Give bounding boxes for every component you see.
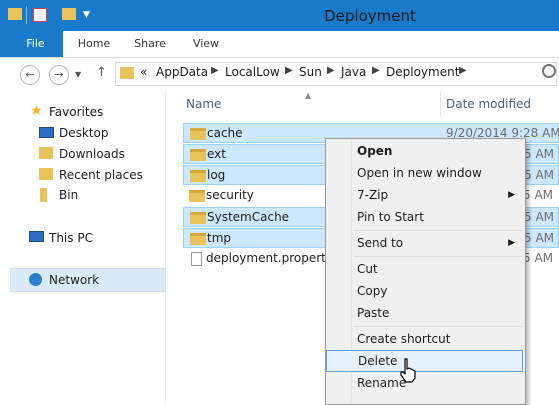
tab-file[interactable]: File: [8, 31, 63, 57]
menu-item-label: 7-Zip: [357, 188, 389, 202]
refresh-icon[interactable]: [542, 64, 556, 78]
downloads-icon: [39, 147, 53, 159]
breadcrumb-deployment[interactable]: Deployment: [386, 65, 459, 79]
folder-icon: [120, 67, 134, 79]
menu-item-paste[interactable]: Paste: [326, 302, 523, 324]
file-date: 5 AM: [523, 188, 554, 202]
address-overflow[interactable]: «: [140, 65, 147, 79]
network-icon: [29, 273, 42, 286]
menu-item-send-to[interactable]: Send to ▶: [326, 232, 523, 254]
hand-cursor-icon: [400, 358, 416, 383]
file-date: 5 AM: [524, 231, 555, 245]
chevron-right-icon[interactable]: ▶: [459, 65, 467, 76]
menu-item-rename[interactable]: Rename: [326, 372, 523, 394]
pane-divider[interactable]: [165, 91, 166, 403]
nav-favorites[interactable]: Favorites: [49, 102, 103, 122]
tab-share[interactable]: Share: [126, 31, 174, 57]
file-name: security: [206, 188, 254, 202]
menu-item-label: Send to: [357, 236, 404, 250]
tab-home[interactable]: Home: [70, 31, 118, 57]
folder-icon: [190, 212, 206, 224]
menu-item-open-in-new-window[interactable]: Open in new window: [326, 162, 523, 184]
chevron-right-icon[interactable]: ▶: [211, 65, 219, 76]
menu-item-7zip[interactable]: 7-Zip ▶: [326, 184, 523, 206]
nav-recent-places[interactable]: Recent places: [59, 165, 143, 185]
recent-locations-icon[interactable]: ▼: [75, 70, 81, 79]
file-name: deployment.propertie: [206, 251, 337, 265]
menu-item-copy[interactable]: Copy: [326, 280, 523, 302]
chevron-right-icon[interactable]: ▶: [372, 65, 380, 76]
submenu-arrow-icon: ▶: [508, 238, 515, 248]
customize-toolbar-icon[interactable]: ▼: [83, 10, 90, 20]
column-date-modified[interactable]: Date modified: [446, 97, 531, 111]
menu-item-pin-to-start[interactable]: Pin to Start: [326, 206, 523, 228]
breadcrumb-appdata[interactable]: AppData: [156, 65, 208, 79]
properties-icon[interactable]: [33, 8, 47, 22]
breadcrumb-locallow[interactable]: LocalLow: [225, 65, 280, 79]
breadcrumb-java[interactable]: Java: [341, 65, 366, 79]
nav-this-pc[interactable]: This PC: [49, 228, 93, 248]
forward-button[interactable]: →: [49, 65, 69, 85]
file-date: 5 AM: [524, 147, 555, 161]
folder-icon: [190, 128, 206, 140]
star-icon: ★: [30, 103, 43, 119]
folder-icon: [189, 190, 205, 202]
chevron-right-icon[interactable]: ▶: [327, 65, 335, 76]
folder-icon: [190, 233, 206, 245]
nav-network[interactable]: Network: [49, 270, 99, 290]
folder-icon: [8, 8, 22, 20]
file-name: cache: [207, 126, 243, 140]
breadcrumb-sun[interactable]: Sun: [299, 65, 322, 79]
menu-separator: [354, 256, 522, 257]
menu-separator: [354, 230, 522, 231]
window-title: Deployment: [324, 7, 416, 25]
column-divider[interactable]: [440, 92, 441, 116]
menu-item-open[interactable]: Open: [326, 140, 523, 162]
computer-icon: [29, 231, 44, 242]
menu-item-cut[interactable]: Cut: [326, 258, 523, 280]
menu-separator: [354, 326, 522, 327]
file-name: SystemCache: [207, 210, 290, 224]
nav-bin[interactable]: Bin: [59, 185, 78, 205]
file-name: ext: [207, 147, 226, 161]
new-folder-icon[interactable]: [62, 8, 76, 20]
document-icon: [191, 252, 202, 266]
file-date: 5 AM: [524, 210, 555, 224]
nav-downloads[interactable]: Downloads: [59, 144, 125, 164]
recent-places-icon: [39, 168, 53, 180]
nav-desktop[interactable]: Desktop: [59, 123, 109, 143]
folder-icon: [190, 170, 206, 182]
up-arrow-icon[interactable]: ↑: [96, 65, 107, 80]
file-name: tmp: [207, 231, 232, 245]
folder-icon: [190, 149, 206, 161]
divider: [26, 6, 27, 24]
chevron-right-icon[interactable]: ▶: [285, 65, 293, 76]
tab-view[interactable]: View: [182, 31, 230, 57]
submenu-arrow-icon: ▶: [508, 190, 515, 200]
file-date: 5 AM: [524, 168, 555, 182]
sort-ascending-icon: ▲: [305, 91, 312, 100]
menu-item-delete[interactable]: Delete: [326, 350, 523, 372]
menu-item-create-shortcut[interactable]: Create shortcut: [326, 328, 523, 350]
column-name[interactable]: Name: [186, 97, 221, 111]
file-name: log: [207, 168, 226, 182]
folder-icon: [40, 188, 47, 202]
desktop-icon: [39, 127, 54, 138]
back-button[interactable]: ←: [20, 65, 40, 85]
file-date: 5 AM: [523, 251, 554, 265]
